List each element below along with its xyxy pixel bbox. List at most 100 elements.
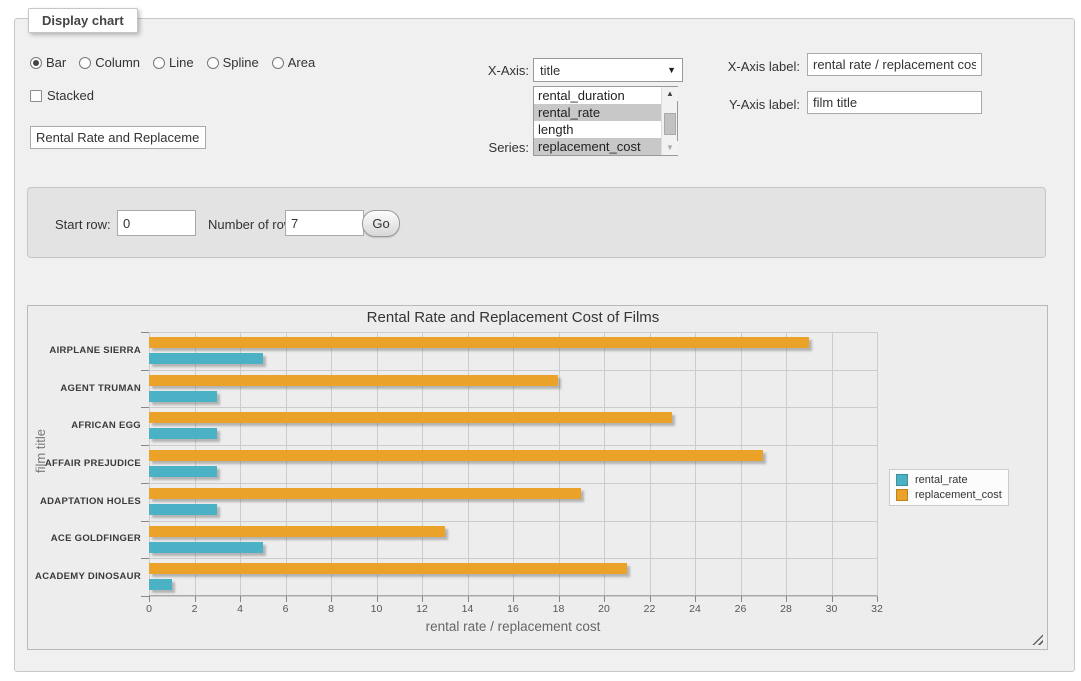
chart-type-option-bar[interactable]: Bar	[30, 55, 66, 70]
bar-rental_rate	[149, 391, 217, 402]
bar-rental_rate	[149, 579, 172, 590]
x-tick-label: 4	[220, 603, 260, 615]
chart-type-option-line[interactable]: Line	[153, 55, 194, 70]
y-tick-mark	[141, 445, 149, 446]
scrollbar-thumb[interactable]	[664, 113, 676, 135]
scroll-up-icon[interactable]: ▲	[662, 87, 678, 101]
gridline	[149, 521, 877, 522]
gridline	[877, 332, 878, 596]
bar-replacement_cost	[149, 337, 809, 348]
x-tick-mark	[422, 596, 423, 602]
series-option[interactable]: length	[534, 121, 661, 138]
plot-area	[149, 332, 877, 596]
x-tick-label: 20	[584, 603, 624, 615]
bar-replacement_cost	[149, 375, 558, 386]
x-tick-mark	[286, 596, 287, 602]
scrollbar[interactable]: ▲ ▼	[661, 87, 677, 155]
y-tick-mark	[141, 370, 149, 371]
x-tick-label: 18	[539, 603, 579, 615]
x-tick-label: 2	[175, 603, 215, 615]
bar-rental_rate	[149, 428, 217, 439]
bar-rental_rate	[149, 353, 263, 364]
x-tick-label: 6	[266, 603, 306, 615]
chevron-down-icon: ▼	[667, 65, 676, 75]
start-row-input[interactable]	[117, 210, 196, 236]
gridline	[286, 332, 287, 596]
x-tick-mark	[513, 596, 514, 602]
resize-grip-icon[interactable]	[1032, 634, 1043, 645]
x-tick-label: 16	[493, 603, 533, 615]
category-label: AIRPLANE SIERRA	[31, 345, 141, 356]
x-tick-label: 30	[812, 603, 852, 615]
bar-rental_rate	[149, 504, 217, 515]
category-label: AFFAIR PREJUDICE	[31, 458, 141, 469]
legend-swatch	[896, 489, 908, 501]
fieldset-legend: Display chart	[28, 8, 138, 33]
x-tick-mark	[695, 596, 696, 602]
y-axis-label-input[interactable]	[807, 91, 982, 114]
radio-icon[interactable]	[272, 57, 284, 69]
radio-icon[interactable]	[79, 57, 91, 69]
chart-legend: rental_rate replacement_cost	[889, 469, 1009, 506]
scroll-down-icon[interactable]: ▼	[662, 141, 678, 155]
y-tick-mark	[141, 521, 149, 522]
stacked-label: Stacked	[47, 88, 94, 103]
stacked-checkbox[interactable]	[30, 90, 42, 102]
radio-icon[interactable]	[207, 57, 219, 69]
y-tick-mark	[141, 558, 149, 559]
gridline	[331, 332, 332, 596]
y-tick-mark	[141, 596, 149, 597]
legend-label: replacement_cost	[915, 489, 1002, 501]
num-rows-input[interactable]	[285, 210, 364, 236]
gridline	[377, 332, 378, 596]
series-option[interactable]: rental_rate	[534, 104, 661, 121]
x-tick-label: 14	[448, 603, 488, 615]
radio-icon[interactable]	[30, 57, 42, 69]
x-tick-mark	[604, 596, 605, 602]
x-tick-label: 8	[311, 603, 351, 615]
chart-type-label: Line	[169, 55, 194, 70]
x-tick-label: 22	[630, 603, 670, 615]
gridline	[149, 558, 877, 559]
y-tick-mark	[141, 483, 149, 484]
stacked-row: Stacked	[30, 88, 94, 103]
start-row-label: Start row:	[55, 217, 111, 232]
chart-type-option-area[interactable]: Area	[272, 55, 315, 70]
x-tick-mark	[877, 596, 878, 602]
chart-type-label: Bar	[46, 55, 66, 70]
gridline	[422, 332, 423, 596]
bar-rental_rate	[149, 466, 217, 477]
series-option[interactable]: replacement_cost	[534, 138, 661, 155]
radio-icon[interactable]	[153, 57, 165, 69]
gridline	[149, 332, 150, 596]
series-option[interactable]: rental_duration	[534, 87, 661, 104]
x-tick-mark	[468, 596, 469, 602]
x-tick-mark	[240, 596, 241, 602]
x-tick-mark	[331, 596, 332, 602]
legend-label: rental_rate	[915, 474, 968, 486]
x-axis-select[interactable]: title ▼	[533, 58, 683, 82]
series-options: rental_durationrental_ratelengthreplacem…	[534, 87, 661, 155]
series-select-label: Series:	[429, 140, 529, 155]
x-axis-title: rental rate / replacement cost	[213, 619, 813, 634]
series-multiselect[interactable]: rental_durationrental_ratelengthreplacem…	[533, 86, 678, 156]
go-button[interactable]: Go	[362, 210, 400, 237]
category-label: ACE GOLDFINGER	[31, 533, 141, 544]
chart-type-label: Column	[95, 55, 140, 70]
chart-title-input[interactable]	[30, 126, 206, 149]
chart-type-option-column[interactable]: Column	[79, 55, 140, 70]
x-axis-label-label: X-Axis label:	[700, 59, 800, 74]
gridline	[149, 332, 877, 333]
gridline	[559, 332, 560, 596]
chart-type-option-spline[interactable]: Spline	[207, 55, 259, 70]
gridline	[695, 332, 696, 596]
x-tick-label: 10	[357, 603, 397, 615]
category-label: ADAPTATION HOLES	[31, 496, 141, 507]
x-tick-mark	[650, 596, 651, 602]
x-tick-mark	[741, 596, 742, 602]
x-tick-label: 32	[857, 603, 897, 615]
gridline	[149, 445, 877, 446]
x-tick-mark	[195, 596, 196, 602]
x-axis-label-input[interactable]	[807, 53, 982, 76]
gridline	[149, 407, 877, 408]
